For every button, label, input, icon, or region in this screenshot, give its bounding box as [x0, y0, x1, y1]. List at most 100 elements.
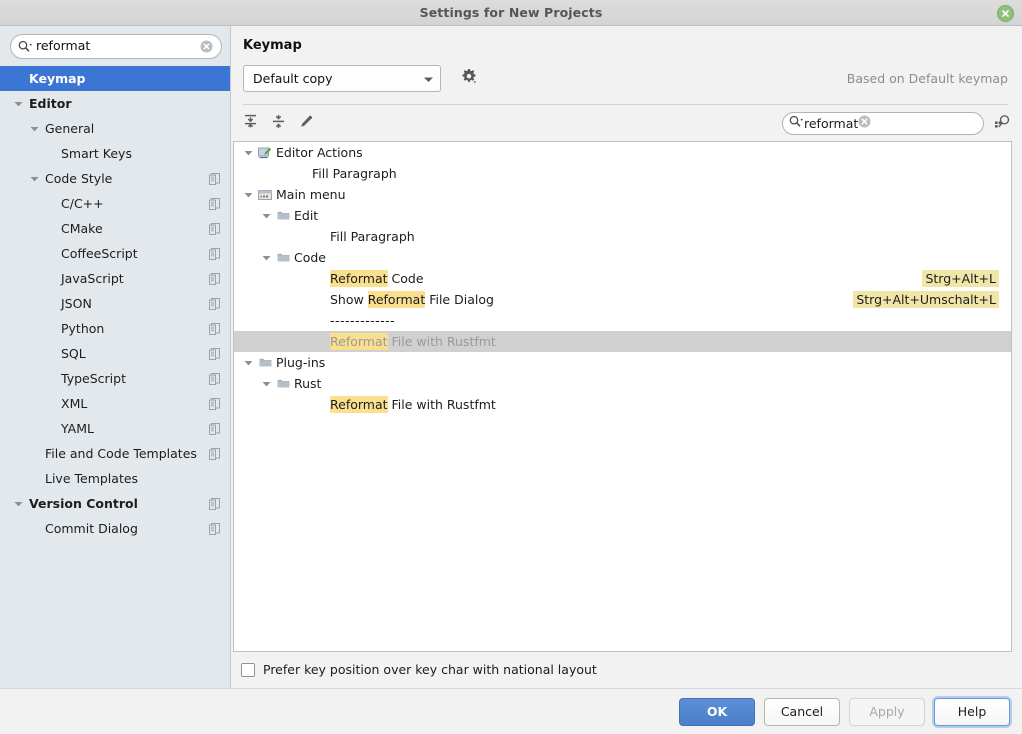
chevron-down-icon[interactable]: [28, 172, 41, 185]
search-icon: [18, 40, 33, 53]
ok-button[interactable]: OK: [679, 697, 755, 726]
copy-settings-icon[interactable]: [209, 172, 220, 185]
tree-row[interactable]: Reformat Code Strg+Alt+L: [234, 268, 1011, 289]
keymap-search-input[interactable]: reformat: [804, 116, 858, 131]
sidebar-item-javascript[interactable]: JavaScript: [0, 266, 230, 291]
clear-icon[interactable]: [858, 115, 871, 131]
help-button[interactable]: Help: [934, 697, 1010, 726]
chevron-down-icon[interactable]: [258, 255, 274, 261]
copy-settings-icon[interactable]: [209, 522, 220, 535]
chevron-down-icon[interactable]: [28, 122, 41, 135]
sidebar-item-label: YAML: [61, 421, 94, 436]
chevron-down-icon[interactable]: [12, 497, 25, 510]
clear-icon[interactable]: [200, 40, 213, 53]
sidebar-item-code-style[interactable]: Code Style: [0, 166, 230, 191]
sidebar-item-cmake[interactable]: CMake: [0, 216, 230, 241]
sidebar-item-smart-keys[interactable]: Smart Keys: [0, 141, 230, 166]
copy-settings-icon[interactable]: [209, 397, 220, 410]
chevron-down-icon[interactable]: [240, 192, 256, 198]
sidebar-item-editor[interactable]: Editor: [0, 91, 230, 116]
expand-all-button[interactable]: [237, 111, 263, 135]
sidebar-item-label: File and Code Templates: [45, 446, 197, 461]
tree-row[interactable]: Main menu: [234, 184, 1011, 205]
collapse-all-button[interactable]: [265, 111, 291, 135]
copy-settings-icon[interactable]: [209, 497, 220, 510]
chevron-down-icon[interactable]: [240, 150, 256, 156]
tree-row[interactable]: Rust: [234, 373, 1011, 394]
tree-row[interactable]: Code: [234, 247, 1011, 268]
tree-separator-row[interactable]: -------------: [234, 310, 1011, 331]
copy-settings-icon[interactable]: [209, 347, 220, 360]
edit-shortcut-button[interactable]: [293, 111, 319, 135]
sidebar-item-label: Smart Keys: [61, 146, 132, 161]
sidebar-item-typescript[interactable]: TypeScript: [0, 366, 230, 391]
folder-icon: [274, 378, 292, 389]
keymap-select[interactable]: Default copy: [243, 65, 441, 92]
copy-settings-icon[interactable]: [209, 197, 220, 210]
chevron-down-icon[interactable]: [12, 97, 25, 110]
tree-row[interactable]: Edit: [234, 205, 1011, 226]
cancel-button[interactable]: Cancel: [764, 697, 840, 726]
keymap-settings-button[interactable]: [461, 68, 478, 89]
search-match-highlight: Reformat: [330, 333, 388, 350]
sidebar-item-sql[interactable]: SQL: [0, 341, 230, 366]
sidebar-item-yaml[interactable]: YAML: [0, 416, 230, 441]
keymap-search-field[interactable]: reformat: [782, 111, 984, 135]
sidebar-search-input[interactable]: reformat: [36, 40, 200, 53]
sidebar-item-file-and-code-templates[interactable]: File and Code Templates: [0, 441, 230, 466]
sidebar-item-live-templates[interactable]: Live Templates: [0, 466, 230, 491]
copy-settings-icon[interactable]: [209, 322, 220, 335]
sidebar-search-container: reformat: [0, 26, 230, 65]
chevron-down-icon: [423, 72, 434, 86]
folder-icon: [274, 252, 292, 263]
copy-settings-icon[interactable]: [209, 297, 220, 310]
copy-settings-icon[interactable]: [209, 422, 220, 435]
sidebar-item-coffeescript[interactable]: CoffeeScript: [0, 241, 230, 266]
tree-row[interactable]: Fill Paragraph: [234, 163, 1011, 184]
copy-settings-icon[interactable]: [209, 247, 220, 260]
chevron-down-icon[interactable]: [258, 381, 274, 387]
prefer-key-position-checkbox[interactable]: [241, 662, 255, 677]
find-by-shortcut-button[interactable]: [994, 114, 1012, 133]
keymap-actions-tree[interactable]: Editor Actions Fill Paragraph Main menu Edi…: [233, 141, 1012, 652]
tree-row[interactable]: Fill Paragraph: [234, 226, 1011, 247]
sidebar-item-json[interactable]: JSON: [0, 291, 230, 316]
sidebar-item-label: XML: [61, 396, 88, 411]
tree-row[interactable]: Plug-ins: [234, 352, 1011, 373]
sidebar-item-label: CoffeeScript: [61, 246, 138, 261]
sidebar-item-version-control[interactable]: Version Control: [0, 491, 230, 516]
expand-all-icon: [243, 114, 258, 132]
sidebar-item-general[interactable]: General: [0, 116, 230, 141]
tree-row-label: Main menu: [276, 187, 346, 202]
sidebar-item-python[interactable]: Python: [0, 316, 230, 341]
tree-row-label: Fill Paragraph: [312, 166, 397, 181]
tree-row[interactable]: Reformat File with Rustfmt: [234, 331, 1011, 352]
copy-settings-icon[interactable]: [209, 272, 220, 285]
tree-row[interactable]: Reformat File with Rustfmt: [234, 394, 1011, 415]
main-menu-icon: [256, 189, 274, 201]
search-match-highlight: Reformat: [367, 291, 426, 308]
sidebar-item-keymap[interactable]: Keymap: [0, 66, 230, 91]
copy-settings-icon[interactable]: [209, 222, 220, 235]
tree-row[interactable]: Editor Actions: [234, 142, 1011, 163]
sidebar-item-commit-dialog[interactable]: Commit Dialog: [0, 516, 230, 541]
chevron-down-icon[interactable]: [240, 360, 256, 366]
copy-settings-icon[interactable]: [209, 447, 220, 460]
copy-settings-icon[interactable]: [209, 372, 220, 385]
close-button[interactable]: [997, 5, 1014, 22]
sidebar-item-c-c[interactable]: C/C++: [0, 191, 230, 216]
collapse-all-icon: [271, 114, 286, 132]
chevron-down-icon[interactable]: [258, 213, 274, 219]
sidebar-item-label: Editor: [29, 96, 72, 111]
search-match-highlight: Reformat: [330, 396, 388, 413]
keymap-header: Keymap Default copy Based on Default key…: [231, 26, 1022, 105]
sidebar-search-field[interactable]: reformat: [10, 34, 222, 59]
sidebar-item-label: Commit Dialog: [45, 521, 138, 536]
tree-row[interactable]: Show Reformat File Dialog Strg+Alt+Umscha…: [234, 289, 1011, 310]
sidebar-item-xml[interactable]: XML: [0, 391, 230, 416]
